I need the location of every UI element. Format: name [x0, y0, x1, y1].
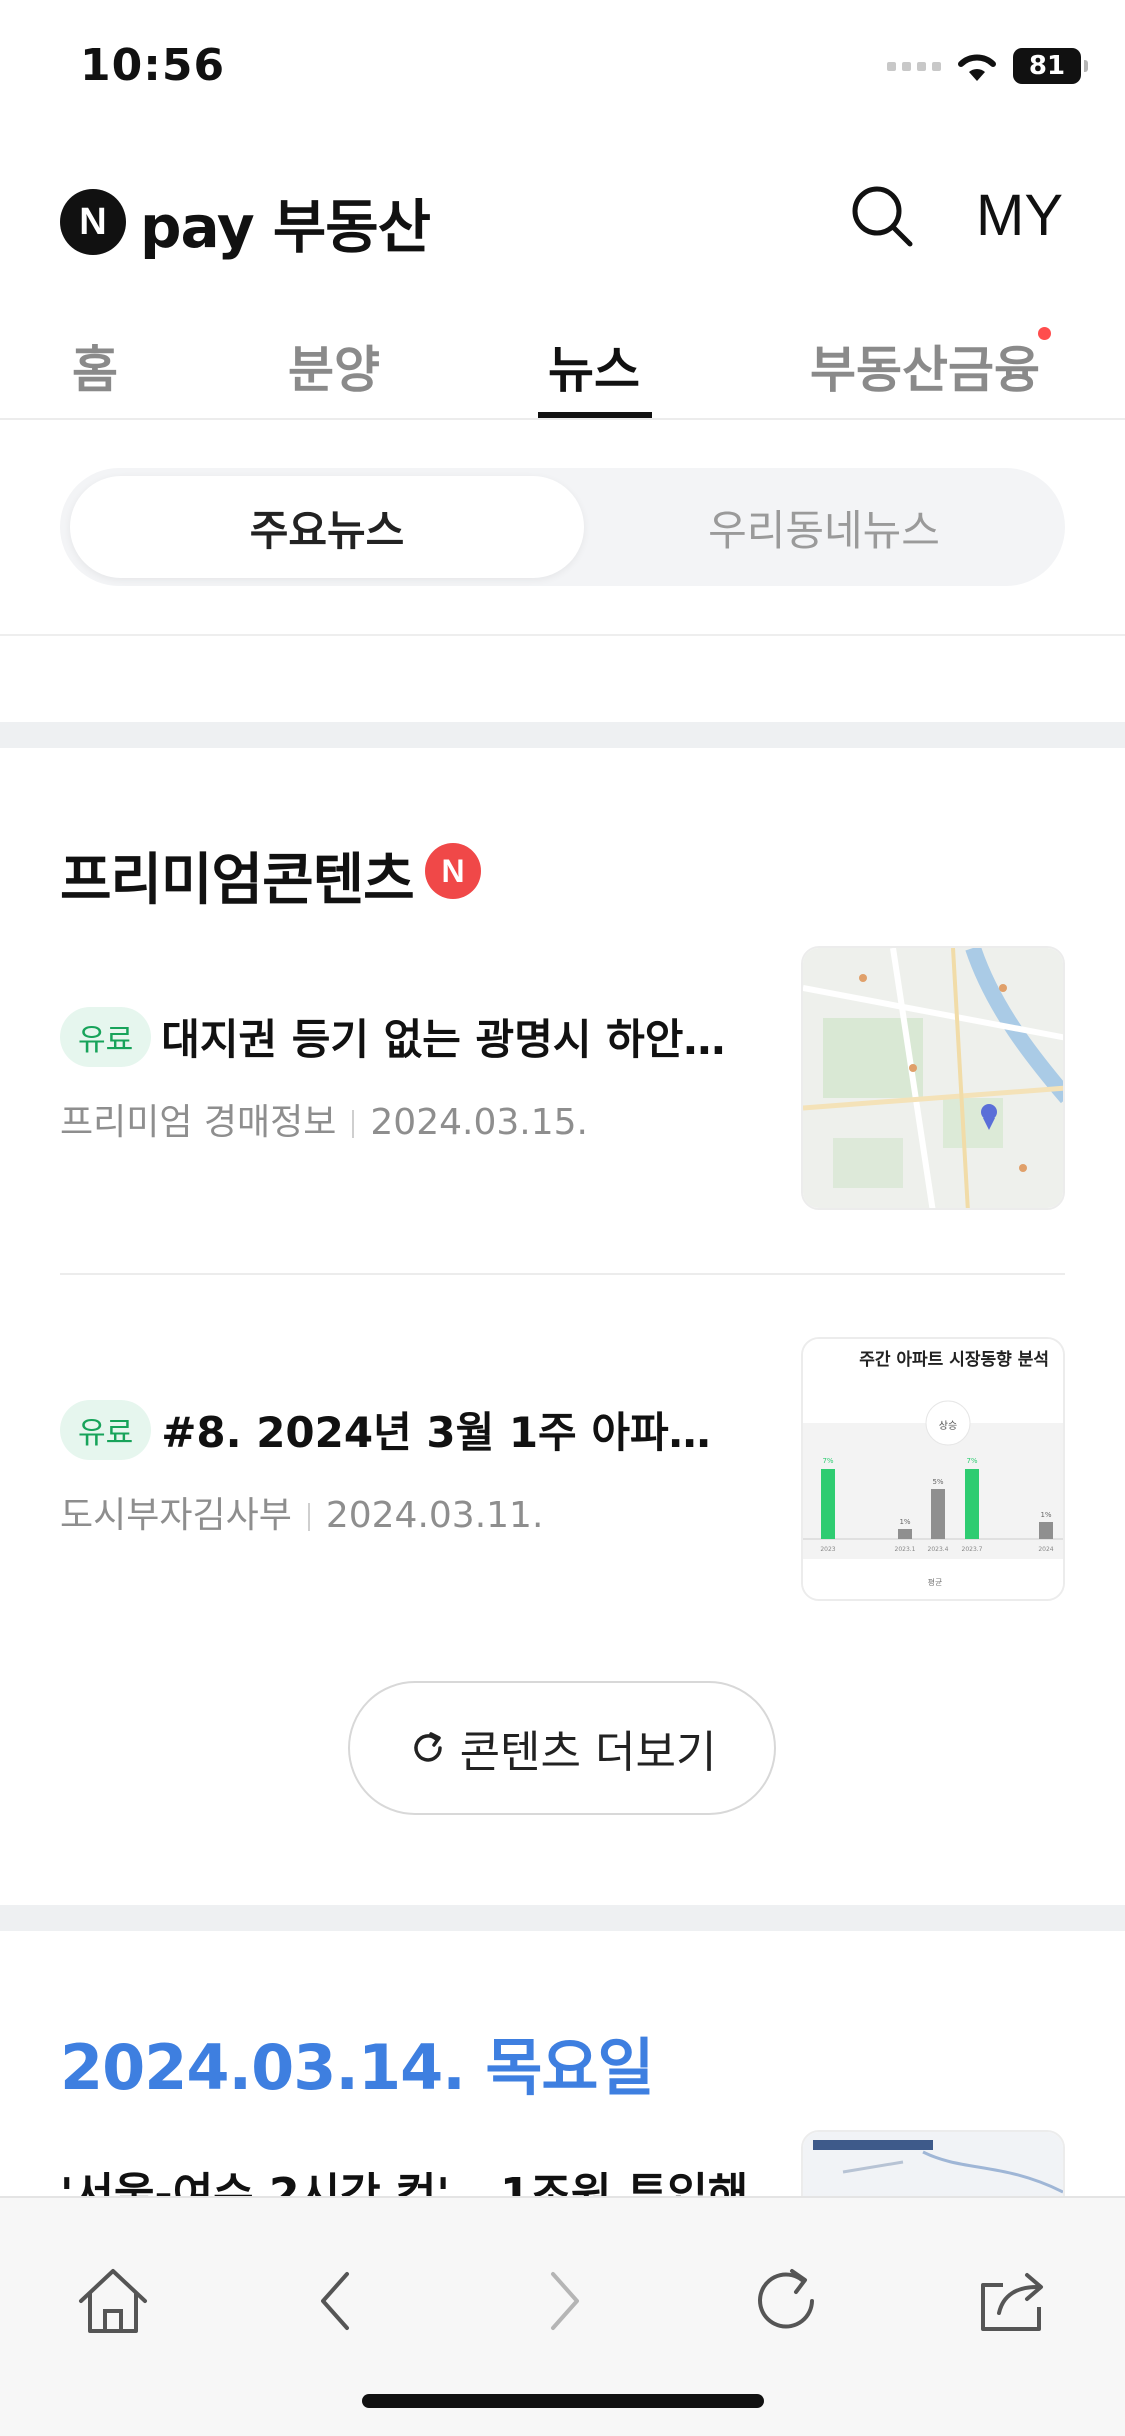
bar-label: 2024	[1038, 1546, 1053, 1553]
chevron-left-icon	[321, 2272, 349, 2330]
tab-news[interactable]: 뉴스	[548, 330, 640, 402]
tab-presale[interactable]: 분양	[288, 330, 380, 402]
news-segment-control: 주요뉴스 우리동네뉴스	[60, 468, 1065, 586]
back-button[interactable]	[294, 2258, 380, 2344]
premium-section-title: 프리미엄콘텐츠	[60, 848, 415, 913]
bar-value: 7%	[822, 1457, 833, 1465]
share-icon	[981, 2273, 1043, 2331]
thumb-title: 주간 아파트 시장동향 분석	[859, 1349, 1049, 1370]
article-thumbnail-map	[801, 946, 1065, 1210]
wifi-icon	[958, 54, 996, 81]
paid-badge: 유료	[60, 1006, 152, 1067]
more-contents-label: 콘텐츠 더보기	[459, 1727, 717, 1778]
bar-2023-1	[898, 1529, 912, 1539]
premium-article[interactable]: 유료 #8. 2024년 3월 1주 아파트... 도시부자김사부 2024.03.…	[60, 1337, 1065, 1605]
section-separator	[0, 722, 1125, 748]
logo-n-icon: N	[60, 189, 126, 255]
status-bar: 10:56 81	[0, 0, 1125, 140]
meta-separator	[307, 1503, 310, 1531]
thumb-footer: 평균	[928, 1577, 943, 1587]
bar-value: 7%	[966, 1457, 977, 1465]
cellular-signal-icon	[887, 61, 941, 71]
search-icon	[852, 186, 913, 247]
reload-button[interactable]	[743, 2258, 829, 2344]
segment-local-news[interactable]: 우리동네뉴스	[584, 476, 1064, 578]
search-button[interactable]	[848, 182, 916, 250]
active-tab-indicator	[538, 412, 652, 418]
segment-main-news[interactable]: 주요뉴스	[70, 476, 584, 578]
bar-label: 2023.1	[895, 1546, 916, 1553]
main-tabs: 홈 분양 뉴스 부동산금융	[0, 300, 1125, 420]
my-button[interactable]: MY	[976, 182, 1063, 249]
home-button[interactable]	[70, 2258, 156, 2344]
naver-pay-logo[interactable]: N pay 부동산	[60, 180, 431, 264]
new-badge: N	[425, 843, 481, 899]
news-date-heading: 2024.03.14. 목요일	[60, 2031, 654, 2104]
section-separator	[0, 1905, 1125, 1931]
bar-2023-4	[931, 1489, 945, 1539]
new-notification-dot	[1038, 327, 1051, 340]
thumb-bubble: 상승	[939, 1420, 957, 1432]
bar-label: 2023.7	[962, 1546, 983, 1553]
bar-2023	[821, 1469, 835, 1539]
home-indicator	[362, 2394, 764, 2408]
article-divider	[60, 1273, 1065, 1275]
bar-value: 5%	[932, 1478, 943, 1486]
share-button[interactable]	[970, 2258, 1056, 2344]
article-meta: 프리미엄 경매정보 2024.03.15.	[60, 1093, 750, 1145]
tab-real-estate-finance[interactable]: 부동산금융	[810, 330, 1040, 402]
article-date: 2024.03.15.	[370, 1102, 588, 1143]
logo-text: pay 부동산	[140, 193, 431, 261]
tab-home[interactable]: 홈	[72, 330, 118, 402]
app-header: N pay 부동산 MY	[0, 160, 1125, 270]
bar-2023-7	[965, 1469, 979, 1539]
article-text: 유료 대지권 등기 없는 광명시 하안... 프리미엄 경매정보 2024.03.1…	[60, 1006, 750, 1145]
battery-icon: 81	[1013, 48, 1088, 84]
article-source: 도시부자김사부	[60, 1495, 292, 1536]
status-time: 10:56	[80, 40, 226, 91]
home-icon	[79, 2269, 147, 2333]
paid-badge: 유료	[60, 1399, 152, 1460]
article-text: 유료 #8. 2024년 3월 1주 아파트... 도시부자김사부 2024.03.…	[60, 1399, 750, 1538]
bar-2024	[1039, 1522, 1053, 1539]
reload-icon	[758, 2269, 814, 2329]
forward-button[interactable]	[520, 2258, 606, 2344]
bar-label: 2023	[820, 1546, 835, 1553]
more-contents-button[interactable]: 콘텐츠 더보기	[348, 1681, 776, 1815]
bar-value: 1%	[1040, 1511, 1051, 1519]
article-title: 대지권 등기 없는 광명시 하안...	[161, 1015, 732, 1064]
status-icons: 81	[887, 48, 1088, 84]
article-source: 프리미엄 경매정보	[60, 1102, 337, 1143]
bar-value: 1%	[899, 1518, 910, 1526]
refresh-icon	[413, 1732, 442, 1762]
article-thumbnail-chart: 주간 아파트 시장동향 분석 상승 7% 1% 5% 7% 1% 2023 20…	[801, 1337, 1065, 1601]
article-title: #8. 2024년 3월 1주 아파트...	[161, 1408, 732, 1457]
article-date: 2024.03.11.	[325, 1495, 544, 1536]
divider	[0, 634, 1125, 636]
article-meta: 도시부자김사부 2024.03.11.	[60, 1486, 750, 1538]
chevron-right-icon	[551, 2272, 579, 2330]
bar-label: 2023.4	[928, 1546, 949, 1553]
meta-separator	[352, 1110, 355, 1138]
premium-article[interactable]: 유료 대지권 등기 없는 광명시 하안... 프리미엄 경매정보 2024.03.1…	[60, 946, 1065, 1214]
